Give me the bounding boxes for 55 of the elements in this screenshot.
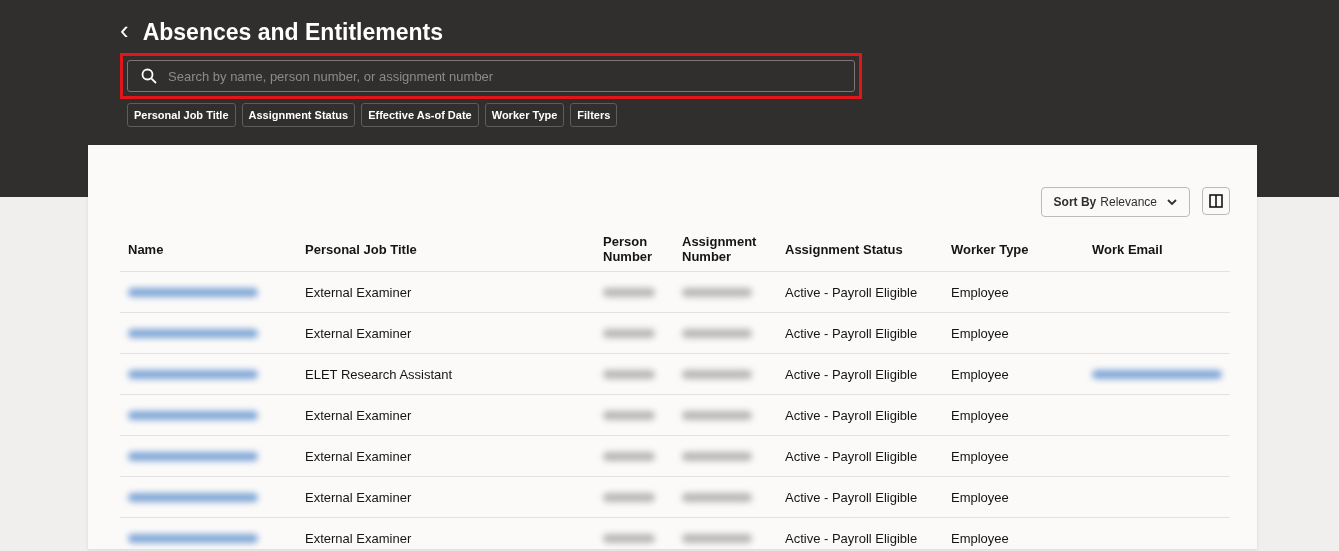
table-cell-text: Active - Payroll Eligible bbox=[785, 325, 919, 341]
blurred-text bbox=[603, 369, 655, 379]
blurred-text bbox=[603, 451, 655, 461]
table-cell-text: Employee bbox=[951, 325, 1010, 341]
table-cell-text: External Examiner bbox=[305, 530, 413, 546]
blurred-text bbox=[682, 492, 752, 502]
back-button[interactable]: ‹ bbox=[120, 17, 129, 47]
search-field[interactable]: Search by name, person number, or assignment number bbox=[127, 60, 855, 92]
table-cell-text: Employee bbox=[951, 530, 1010, 546]
table-cell-text: External Examiner bbox=[305, 325, 413, 341]
filter-chip[interactable]: Filters bbox=[570, 103, 618, 127]
filter-chip[interactable]: Worker Type bbox=[484, 103, 565, 127]
table-cell-text: Employee bbox=[951, 284, 1010, 300]
table-cell-text: External Examiner bbox=[305, 448, 413, 464]
table-cell-text: External Examiner bbox=[305, 407, 413, 423]
blurred-text bbox=[603, 410, 655, 420]
filter-chip[interactable]: Personal Job Title bbox=[127, 103, 236, 127]
table-cell-text: Active - Payroll Eligible bbox=[785, 530, 919, 546]
column-header[interactable]: Assignment Status bbox=[785, 242, 951, 258]
page-title: Absences and Entitlements bbox=[142, 18, 444, 46]
columns-icon bbox=[1209, 194, 1223, 208]
blurred-text bbox=[603, 492, 655, 502]
sort-dropdown[interactable]: Sort By Relevance bbox=[1040, 187, 1190, 217]
column-header[interactable]: Person Number bbox=[603, 235, 682, 265]
blurred-text bbox=[682, 287, 752, 297]
blurred-text bbox=[682, 328, 752, 338]
blurred-text bbox=[603, 328, 655, 338]
columns-button[interactable] bbox=[1202, 187, 1230, 215]
blurred-text bbox=[682, 533, 752, 543]
chevron-down-icon bbox=[1167, 198, 1177, 206]
blurred-text bbox=[603, 533, 655, 543]
table-cell-text: ELET Research Assistant bbox=[305, 366, 454, 382]
table-cell-text: Active - Payroll Eligible bbox=[785, 284, 919, 300]
column-header[interactable]: Work Email bbox=[1092, 242, 1238, 258]
column-header[interactable]: Worker Type bbox=[951, 242, 1092, 258]
blurred-text bbox=[682, 410, 752, 420]
blurred-text bbox=[603, 287, 655, 297]
table-cell-text: Employee bbox=[951, 366, 1010, 382]
table-cell-text: Employee bbox=[951, 489, 1010, 505]
table-cell-text: Employee bbox=[951, 448, 1010, 464]
table-cell-text: Active - Payroll Eligible bbox=[785, 407, 919, 423]
table-cell-text: External Examiner bbox=[305, 284, 413, 300]
table-cell-text: Active - Payroll Eligible bbox=[785, 448, 919, 464]
search-icon bbox=[141, 68, 157, 84]
filter-chip[interactable]: Assignment Status bbox=[241, 103, 356, 127]
filter-chip[interactable]: Effective As-of Date bbox=[361, 103, 479, 127]
table-cell-text: Active - Payroll Eligible bbox=[785, 366, 919, 382]
column-header[interactable]: Assignment Number bbox=[682, 235, 785, 265]
table-cell-text: Active - Payroll Eligible bbox=[785, 489, 919, 505]
column-header[interactable]: Personal Job Title bbox=[305, 242, 603, 258]
table-cell-text: Employee bbox=[951, 407, 1010, 423]
blurred-text bbox=[682, 369, 752, 379]
table-cell-text: External Examiner bbox=[305, 489, 413, 505]
blurred-text bbox=[682, 451, 752, 461]
column-header[interactable]: Name bbox=[128, 242, 305, 258]
